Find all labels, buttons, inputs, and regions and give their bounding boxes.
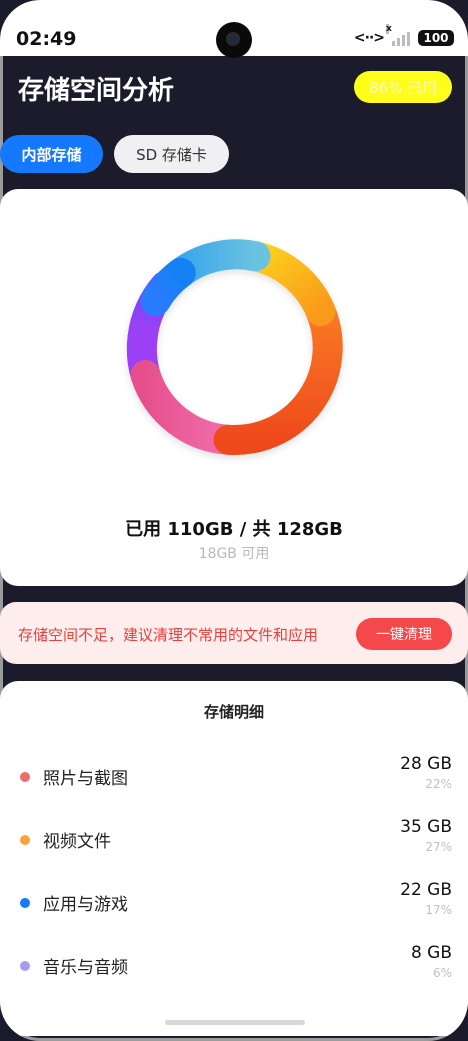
detail-row-apps[interactable]: 应用与游戏 22 GB 17%	[0, 880, 468, 930]
detail-percent: 17%	[425, 903, 452, 917]
signal-icon: x	[386, 24, 410, 46]
tab-internal-storage[interactable]: 内部存储	[0, 135, 103, 173]
detail-label: 照片与截图	[43, 769, 128, 789]
detail-size: 35 GB	[400, 817, 452, 837]
detail-row-videos[interactable]: 视频文件 35 GB 27%	[0, 817, 468, 867]
detail-row-audio[interactable]: 音乐与音频 8 GB 6%	[0, 943, 468, 993]
status-icons: <··> x 100	[353, 24, 454, 46]
apps-dot-icon	[20, 898, 30, 908]
ring-segment-blue	[140, 257, 196, 316]
storage-detail-card: 存储明细 照片与截图 28 GB 22% 视频文件 35 GB 27% 应用与游…	[0, 681, 468, 1036]
page-title: 存储空间分析	[18, 76, 175, 106]
audio-dot-icon	[20, 961, 30, 971]
low-storage-warning: 存储空间不足，建议清理不常用的文件和应用 一键清理	[0, 602, 468, 664]
battery-icon: 100	[418, 30, 454, 46]
one-click-clean-button[interactable]: 一键清理	[356, 618, 452, 650]
storage-summary-card: 已用 110GB / 共 128GB 18GB 可用	[0, 189, 468, 586]
usage-badge: 86% 已用	[354, 71, 452, 103]
detail-size: 28 GB	[400, 754, 452, 774]
phone-screen: 02:49 <··> x 100 存储空间分析 86% 已用 内部存储 SD 存…	[0, 0, 468, 1041]
detail-size: 22 GB	[400, 880, 452, 900]
battery-level: 100	[423, 31, 449, 45]
front-camera	[216, 22, 252, 58]
photos-dot-icon	[20, 772, 30, 782]
used-total-text: 已用 110GB / 共 128GB	[125, 519, 343, 540]
ring-segment-orange	[213, 296, 343, 455]
ring-segment-pink	[130, 360, 244, 455]
detail-title: 存储明细	[203, 703, 264, 721]
detail-percent: 27%	[425, 840, 452, 854]
detail-row-photos[interactable]: 照片与截图 28 GB 22%	[0, 754, 468, 804]
detail-percent: 22%	[425, 777, 452, 791]
code-icon: <··>	[353, 30, 385, 46]
detail-label: 视频文件	[43, 832, 111, 852]
status-time: 02:49	[16, 28, 77, 50]
warning-text: 存储空间不足，建议清理不常用的文件和应用	[18, 626, 319, 644]
detail-percent: 6%	[432, 966, 452, 980]
status-bar: 02:49 <··> x 100	[0, 0, 468, 58]
videos-dot-icon	[20, 835, 30, 845]
free-space-text: 18GB 可用	[198, 546, 270, 562]
detail-label: 音乐与音频	[43, 958, 128, 978]
storage-ring-chart	[126, 239, 343, 455]
home-indicator[interactable]	[165, 1020, 305, 1025]
tab-sd-card[interactable]: SD 存储卡	[114, 135, 229, 173]
detail-size: 8 GB	[410, 943, 452, 963]
no-signal-mark: x	[386, 24, 392, 34]
detail-label: 应用与游戏	[43, 895, 128, 915]
